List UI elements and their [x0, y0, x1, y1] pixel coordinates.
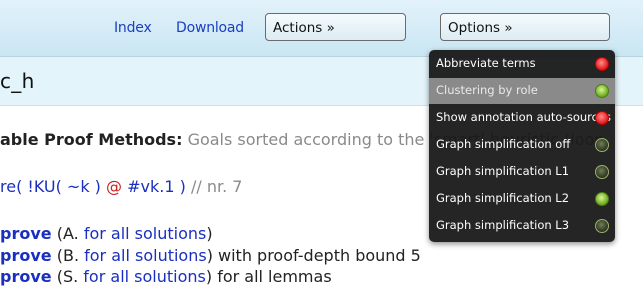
menu-item-label: Graph simplification L1	[436, 164, 570, 178]
autoprove-keyword[interactable]: prove	[0, 224, 52, 243]
autoprove-keyword[interactable]: prove	[0, 267, 52, 286]
menu-item-graph-simplification-l3[interactable]: Graph simplification L3	[429, 213, 615, 239]
menu-item-label: Show annotation auto-sources	[436, 110, 612, 124]
menu-item-graph-simplification-l1[interactable]: Graph simplification L1	[429, 159, 615, 185]
page-title: c_h	[0, 69, 35, 93]
rule-variable[interactable]: #vk.1	[127, 177, 174, 196]
menu-item-label: Clustering by role	[436, 83, 538, 97]
autoprove-line: prove (B. for all solutions) with proof-…	[0, 246, 421, 265]
autoprove-prefix: (A.	[56, 224, 79, 243]
status-red-dot-icon	[595, 111, 609, 125]
status-off-dot-icon	[595, 219, 609, 233]
status-off-dot-icon	[595, 165, 609, 179]
status-green-dot-icon	[595, 84, 609, 98]
menu-item-clustering-by-role[interactable]: Clustering by role	[429, 78, 615, 104]
autoprove-suffix: ) for all lemmas	[205, 267, 332, 286]
menu-item-graph-simplification-l2[interactable]: Graph simplification L2	[429, 186, 615, 212]
autoprove-line: prove (S. for all solutions) for all lem…	[0, 267, 332, 286]
autoprove-all-solutions-link[interactable]: for all solutions	[84, 224, 207, 243]
actions-menu-button[interactable]: Actions »	[265, 13, 406, 41]
status-green-dot-icon	[595, 192, 609, 206]
menu-item-label: Abbreviate terms	[436, 56, 536, 70]
menu-item-label: Graph simplification off	[436, 137, 571, 151]
rule-close[interactable]: )	[180, 177, 186, 196]
autoprove-keyword[interactable]: prove	[0, 246, 52, 265]
rule-prefix-link[interactable]: re(	[0, 177, 22, 196]
rule-at: @	[106, 177, 123, 196]
menu-item-show-annotation-auto-sources[interactable]: Show annotation auto-sources	[429, 105, 615, 131]
menu-item-label: Graph simplification L2	[436, 191, 570, 205]
menu-item-abbreviate-terms[interactable]: Abbreviate terms	[429, 51, 615, 77]
autoprove-all-solutions-link[interactable]: for all solutions	[83, 267, 206, 286]
status-off-dot-icon	[595, 138, 609, 152]
proof-methods-label: able Proof Methods:	[0, 130, 183, 149]
autoprove-all-solutions-link[interactable]: for all solutions	[84, 246, 207, 265]
download-link[interactable]: Download	[176, 20, 244, 36]
index-link[interactable]: Index	[114, 20, 152, 36]
rule-comment: // nr. 7	[190, 177, 243, 196]
options-dropdown-menu: Abbreviate terms Clustering by role Show…	[429, 50, 615, 242]
menu-item-label: Graph simplification L3	[436, 218, 570, 232]
rule-line: re( !KU( ~k ) @ #vk.1 ) // nr. 7	[0, 177, 242, 196]
status-red-dot-icon	[595, 57, 609, 71]
top-navigation-bar: Index Download Actions » Options »	[0, 0, 643, 57]
rule-content[interactable]: !KU( ~k )	[27, 177, 101, 196]
autoprove-prefix: (B.	[56, 246, 80, 265]
autoprove-line: prove (A. for all solutions)	[0, 224, 213, 243]
autoprove-suffix: )	[206, 224, 213, 243]
options-menu-button[interactable]: Options »	[440, 13, 610, 41]
autoprove-suffix: ) with proof-depth bound 5	[206, 246, 421, 265]
menu-item-graph-simplification-off[interactable]: Graph simplification off	[429, 132, 615, 158]
autoprove-prefix: (S.	[56, 267, 79, 286]
